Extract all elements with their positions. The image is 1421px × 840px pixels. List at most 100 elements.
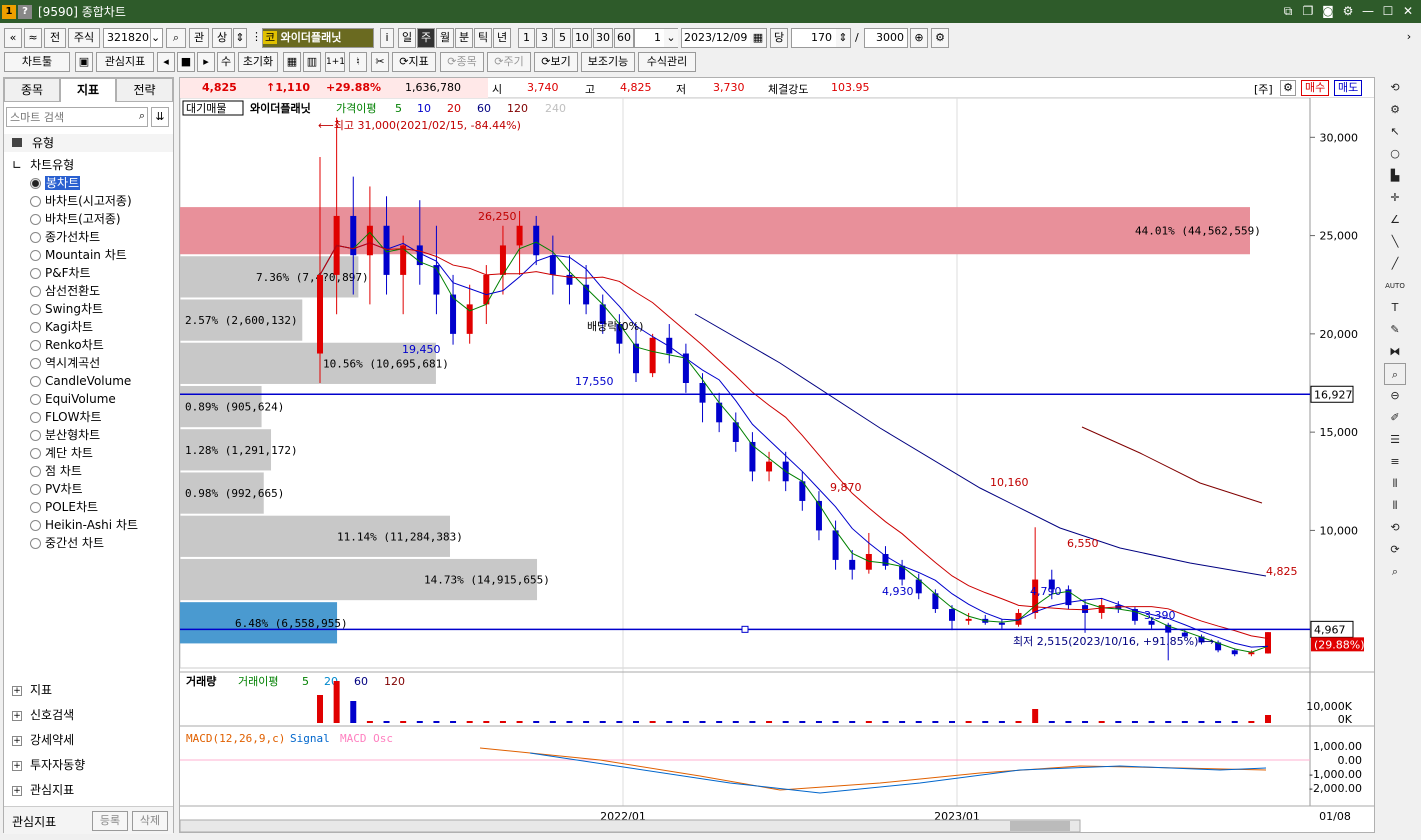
group-type[interactable]: 유형 (4, 134, 173, 152)
candle-body[interactable] (1098, 605, 1105, 613)
chevron-down-icon[interactable]: ⌄ (664, 29, 678, 47)
max-input[interactable]: 3000 (864, 28, 908, 48)
handle-icon[interactable]: ⧓ (1384, 341, 1406, 363)
chart-type-item[interactable]: 중간선 차트 (4, 534, 173, 552)
chart-tool-button[interactable]: 차트툴 (4, 52, 70, 72)
chevron-right-icon[interactable]: › (1402, 28, 1416, 48)
smart-search-field[interactable] (7, 108, 127, 126)
grid-icon[interactable]: ▦ (283, 52, 301, 72)
chart-type-item[interactable]: 점 차트 (4, 462, 173, 480)
candle-body[interactable] (649, 337, 656, 374)
volume-bar[interactable] (1248, 721, 1255, 723)
candle-body[interactable] (998, 622, 1005, 625)
link-icon[interactable]: ⧉ (1281, 3, 1295, 19)
plus-icon[interactable]: + (12, 685, 22, 696)
volume-bar[interactable] (433, 721, 440, 723)
su-button[interactable]: 수 (217, 52, 235, 72)
chart-type-item[interactable]: P&F차트 (4, 264, 173, 282)
gear-icon[interactable]: ⚙ (1280, 80, 1296, 96)
candle-body[interactable] (433, 265, 440, 295)
period-tab[interactable]: 년 (493, 28, 511, 48)
candle-body[interactable] (499, 245, 506, 275)
bottom-item[interactable]: + 지표 (4, 678, 173, 703)
chevron-left-icon[interactable]: ◂ (157, 52, 175, 72)
volume-bar[interactable] (317, 695, 323, 723)
radio-icon[interactable] (30, 430, 41, 441)
period-tab[interactable]: 일 (398, 28, 416, 48)
period-tab[interactable]: 틱 (474, 28, 492, 48)
brush-icon[interactable]: ✐ (1384, 407, 1406, 429)
chart-type-item[interactable]: Renko차트 (4, 336, 173, 354)
reset-button[interactable]: 초기화 (238, 52, 278, 72)
search-icon[interactable]: ⌕ (139, 109, 145, 123)
chart-type-item[interactable]: Swing차트 (4, 300, 173, 318)
interval-tab[interactable]: 5 (554, 28, 571, 48)
volume-bar[interactable] (899, 721, 906, 723)
volume-bar[interactable] (416, 721, 423, 723)
zoom-out-icon[interactable]: ⊖ (1384, 385, 1406, 407)
candle-body[interactable] (815, 500, 822, 531)
volume-bar[interactable] (749, 721, 756, 723)
candle-body[interactable] (366, 225, 373, 256)
volume-bar[interactable] (549, 721, 556, 723)
chart-type-item[interactable]: EquiVolume (4, 390, 173, 408)
volume-bar[interactable] (699, 721, 706, 723)
chart-type-item[interactable]: PV차트 (4, 480, 173, 498)
chevron-right-icon[interactable]: ▸ (197, 52, 215, 72)
bottom-item[interactable]: + 투자자동향 (4, 753, 173, 778)
volume-bar[interactable] (1181, 721, 1188, 723)
radio-icon[interactable] (30, 538, 41, 549)
minimize-icon[interactable]: — (1361, 3, 1375, 19)
volume-bar[interactable] (649, 721, 656, 723)
circle-icon[interactable]: ○ (1384, 143, 1406, 165)
volume-bar[interactable] (583, 721, 590, 723)
prev-button[interactable]: 전 (44, 28, 66, 48)
radio-icon[interactable] (30, 376, 41, 387)
radio-icon[interactable] (30, 268, 41, 279)
gear-icon[interactable]: ⚙ (931, 28, 949, 48)
candle-body[interactable] (832, 530, 839, 560)
candle-body[interactable] (766, 461, 773, 472)
interval-tab[interactable]: 1 (518, 28, 535, 48)
volume-bar[interactable] (865, 721, 872, 723)
volume-bar[interactable] (1015, 721, 1022, 723)
stock-code-input[interactable]: 321820 ⌄ (103, 28, 163, 48)
volume-bar[interactable] (915, 721, 922, 723)
pencil-icon[interactable]: ✎ (1384, 319, 1406, 341)
volume-bar[interactable] (666, 721, 673, 723)
register-button[interactable]: 등록 (92, 811, 128, 831)
volume-bar[interactable] (1115, 721, 1122, 723)
candle-body[interactable] (549, 255, 556, 275)
volume-bar[interactable] (882, 721, 889, 723)
volume-bar[interactable] (1048, 721, 1055, 723)
period-tab[interactable]: 주 (417, 28, 435, 48)
volume-bar[interactable] (949, 721, 955, 723)
maximize-icon[interactable]: ☐ (1381, 3, 1395, 19)
info-button[interactable]: i (380, 28, 394, 48)
volume-bar[interactable] (466, 721, 473, 723)
copy-icon[interactable]: ❐ (1301, 3, 1315, 19)
spin-up-down-icon[interactable]: ⇕ (233, 28, 247, 48)
chart-type-item[interactable]: Kagi차트 (4, 318, 173, 336)
volume-bar[interactable] (832, 721, 839, 723)
candle-body[interactable] (1265, 632, 1271, 654)
formula-button[interactable]: 수식관리 (638, 52, 696, 72)
volume-bar[interactable] (599, 721, 606, 723)
chart-type-item[interactable]: 분산형차트 (4, 426, 173, 444)
volume-bar[interactable] (998, 721, 1005, 723)
volume-bar[interactable] (450, 721, 457, 723)
candle-body[interactable] (633, 343, 639, 374)
bars-icon[interactable]: ⦀ (1384, 495, 1406, 517)
nav-first-button[interactable]: « (4, 28, 22, 48)
radio-icon[interactable] (30, 484, 41, 495)
gwan-button[interactable]: 관 (189, 28, 209, 48)
radio-icon[interactable] (30, 196, 41, 207)
candle-body[interactable] (965, 618, 972, 621)
radio-icon[interactable] (30, 286, 41, 297)
chart-type-item[interactable]: CandleVolume (4, 372, 173, 390)
stop-icon[interactable]: ■ (177, 52, 195, 72)
plus-icon[interactable]: + (12, 735, 22, 746)
volume-bar[interactable] (815, 721, 822, 723)
crosshair-icon[interactable]: ✛ (1384, 187, 1406, 209)
bottom-item[interactable]: + 신호검색 (4, 703, 173, 728)
